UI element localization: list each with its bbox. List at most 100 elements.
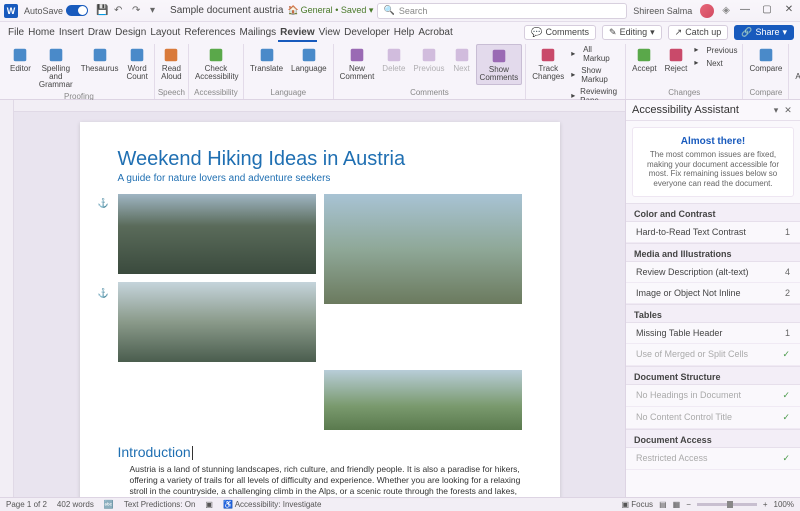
pane-section-tables: Tables	[626, 304, 800, 323]
diamond-icon[interactable]: ◈	[722, 5, 730, 16]
tab-developer[interactable]: Developer	[342, 25, 392, 40]
image-lake-mountains[interactable]	[118, 282, 316, 362]
home-icon: 🏠	[287, 5, 298, 16]
save-icon[interactable]: 💾	[96, 5, 108, 17]
tab-help[interactable]: Help	[392, 25, 417, 40]
comments-button[interactable]: 💬 Comments	[524, 25, 596, 40]
body-paragraph[interactable]: Austria is a land of stunning landscapes…	[118, 464, 522, 497]
ribbon-opt-show-markup[interactable]: ▸Show Markup	[569, 65, 622, 85]
pane-item-no-content-control-title: No Content Control Title✓	[626, 407, 800, 429]
image-mountains-1[interactable]	[118, 194, 316, 274]
document-area[interactable]: Weekend Hiking Ideas in Austria A guide …	[14, 100, 625, 497]
banner-text: The most common issues are fixed, making…	[639, 150, 787, 188]
autosave-toggle[interactable]: AutoSave	[24, 5, 88, 16]
share-button[interactable]: 🔗 Share ▾	[734, 25, 794, 40]
quick-access-toolbar: 💾 ↶ ↷ ▾	[96, 5, 162, 17]
document-page[interactable]: Weekend Hiking Ideas in Austria A guide …	[80, 122, 560, 497]
close-pane-icon[interactable]: ✕	[782, 105, 794, 116]
ribbon-read-aloud-button[interactable]: Read Aloud	[158, 44, 185, 83]
user-avatar[interactable]	[700, 4, 714, 18]
ribbon-spelling-and-grammar-button[interactable]: Spelling and Grammar	[36, 44, 76, 91]
tab-view[interactable]: View	[317, 25, 343, 40]
zoom-level[interactable]: 100%	[774, 500, 794, 509]
ribbon-group-speech: Read AloudSpeech	[155, 44, 189, 99]
ribbon-editor-button[interactable]: Editor	[7, 44, 34, 75]
tab-layout[interactable]: Layout	[148, 25, 182, 40]
zoom-slider[interactable]	[697, 503, 757, 506]
tab-mailings[interactable]: Mailings	[237, 25, 278, 40]
ribbon-previous-button: Previous	[410, 44, 447, 75]
close-button[interactable]: ✕	[782, 4, 796, 18]
ribbon-language-button[interactable]: Language	[288, 44, 330, 75]
pane-item-image-or-object-not-inline[interactable]: Image or Object Not Inline2	[626, 283, 800, 304]
ribbon-new-comment-button[interactable]: New Comment	[337, 44, 378, 83]
anchor-icon: ⚓	[98, 198, 108, 208]
section-heading[interactable]: Introduction	[118, 444, 522, 460]
maximize-button[interactable]: ▢	[760, 4, 774, 18]
word-app-icon: W	[4, 4, 18, 18]
ribbon-track-changes-button[interactable]: Track Changes	[529, 44, 567, 83]
ribbon-group-label: Compare	[749, 87, 782, 99]
ribbon-thesaurus-button[interactable]: Thesaurus	[78, 44, 122, 75]
language-icon[interactable]: 🔤	[104, 500, 114, 509]
title-bar: W AutoSave 💾 ↶ ↷ ▾ Sample document austr…	[0, 0, 800, 22]
document-title[interactable]: Weekend Hiking Ideas in Austria	[118, 148, 522, 171]
ribbon-group-language: TranslateLanguageLanguage	[244, 44, 334, 99]
ribbon-opt-all-markup[interactable]: ▸All Markup	[569, 44, 622, 64]
redo-icon[interactable]: ↷	[132, 5, 144, 17]
view-print-icon[interactable]: ▤	[659, 500, 667, 509]
undo-icon[interactable]: ↶	[114, 5, 126, 17]
ribbon-opt-previous[interactable]: ▸Previous	[692, 44, 739, 56]
tab-draw[interactable]: Draw	[86, 25, 113, 40]
pane-item-hard-to-read-text-contrast[interactable]: Hard-to-Read Text Contrast1	[626, 222, 800, 243]
minimize-button[interactable]: —	[738, 4, 752, 18]
chevron-down-icon[interactable]: ▾	[770, 105, 782, 116]
catchup-button[interactable]: ↗ Catch up	[668, 25, 729, 40]
document-name[interactable]: Sample document austria	[170, 5, 283, 16]
pane-section-document-structure: Document Structure	[626, 366, 800, 385]
text-predictions[interactable]: Text Predictions: On	[124, 500, 196, 509]
accessibility-status[interactable]: ♿ Accessibility: Investigate	[223, 500, 321, 509]
qat-dropdown-icon[interactable]: ▾	[150, 5, 162, 17]
ribbon-word-count-button[interactable]: Word Count	[123, 44, 150, 83]
ribbon-group-comments: New CommentDeletePreviousNextShow Commen…	[334, 44, 527, 99]
ribbon-block-authors-button[interactable]: Block Authors	[792, 44, 800, 83]
tab-home[interactable]: Home	[26, 25, 57, 40]
pane-item-review-description-alt-text-[interactable]: Review Description (alt-text)4	[626, 262, 800, 283]
zoom-in-icon[interactable]: +	[763, 500, 768, 509]
image-hiker-ridge[interactable]	[324, 194, 522, 304]
search-input[interactable]: 🔍 Search	[377, 3, 627, 19]
save-location[interactable]: General • Saved ▾	[301, 5, 374, 16]
word-count[interactable]: 402 words	[57, 500, 94, 509]
editing-button[interactable]: ✎ Editing ▾	[602, 25, 662, 40]
user-name[interactable]: Shireen Salma	[633, 6, 692, 16]
toggle-switch-icon[interactable]	[66, 5, 88, 16]
ribbon-compare-button[interactable]: Compare	[746, 44, 785, 75]
tab-file[interactable]: File	[6, 25, 26, 40]
ribbon-reject-button[interactable]: Reject	[662, 44, 691, 75]
ribbon-group-label: Language	[271, 87, 307, 99]
focus-button[interactable]: ▣ Focus	[621, 500, 653, 509]
page-indicator[interactable]: Page 1 of 2	[6, 500, 47, 509]
ribbon-opt-next[interactable]: ▸Next	[692, 57, 739, 69]
document-subtitle[interactable]: A guide for nature lovers and adventure …	[118, 173, 522, 184]
ribbon-translate-button[interactable]: Translate	[247, 44, 286, 75]
pane-header: Accessibility Assistant ▾ ✕	[626, 100, 800, 121]
tab-references[interactable]: References	[182, 25, 237, 40]
zoom-out-icon[interactable]: −	[686, 500, 691, 509]
tab-design[interactable]: Design	[113, 25, 148, 40]
tab-review[interactable]: Review	[278, 25, 316, 42]
ribbon-check-accessibility-button[interactable]: Check Accessibility	[192, 44, 240, 83]
tab-acrobat[interactable]: Acrobat	[416, 25, 454, 40]
ribbon-show-comments-button[interactable]: Show Comments	[476, 44, 523, 85]
tab-insert[interactable]: Insert	[57, 25, 86, 40]
image-hikers-hill[interactable]	[324, 370, 522, 430]
pane-title: Accessibility Assistant	[632, 104, 770, 116]
workspace: Weekend Hiking Ideas in Austria A guide …	[0, 100, 800, 497]
view-web-icon[interactable]: ▦	[673, 500, 681, 509]
ribbon-group-tracking: Track Changes▸All Markup▸Show Markup▸Rev…	[526, 44, 626, 99]
macro-icon[interactable]: ▣	[205, 500, 213, 509]
ribbon-delete-button: Delete	[379, 44, 408, 75]
ribbon-accept-button[interactable]: Accept	[629, 44, 659, 75]
pane-item-missing-table-header[interactable]: Missing Table Header1	[626, 323, 800, 344]
